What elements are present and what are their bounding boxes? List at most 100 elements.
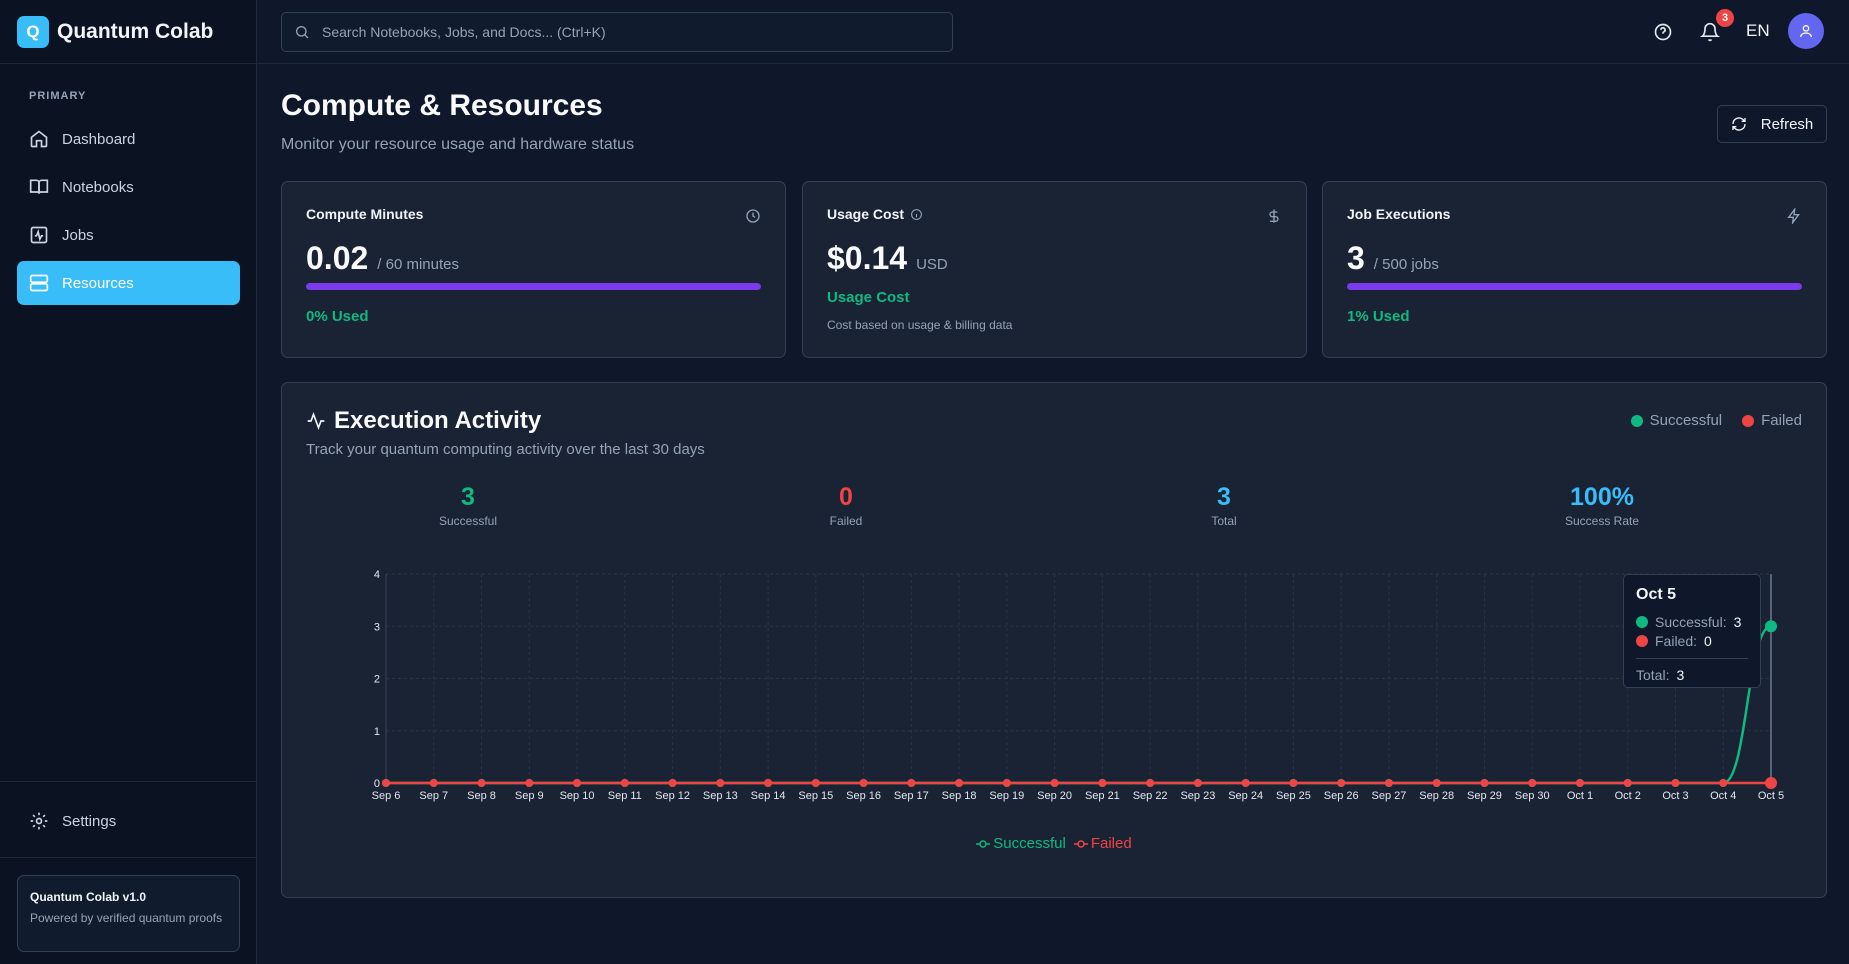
- data-point-failed: [1623, 779, 1632, 787]
- x-tick-label: Sep 23: [1180, 790, 1215, 802]
- tooltip-label: Successful:: [1655, 614, 1727, 630]
- x-tick-label: Oct 5: [1758, 790, 1784, 802]
- info-icon[interactable]: [910, 208, 923, 221]
- language-selector[interactable]: EN: [1746, 21, 1770, 41]
- jobs-usage-status: 1% Used: [1347, 308, 1410, 325]
- data-point-failed: [382, 779, 390, 787]
- tooltip-failed-row: Failed: 0: [1636, 633, 1748, 649]
- card-title-row: Usage Cost: [827, 206, 1282, 222]
- nav-section-label: PRIMARY: [29, 90, 87, 102]
- data-point-failed: [764, 779, 773, 787]
- data-point-failed: [1432, 779, 1441, 787]
- refresh-label: Refresh: [1760, 115, 1814, 133]
- x-tick-label: Sep 20: [1037, 790, 1072, 802]
- x-tick-label: Sep 13: [703, 790, 738, 802]
- bell-icon[interactable]: [1700, 22, 1720, 42]
- data-point-failed: [620, 779, 629, 787]
- logo-icon: Q: [17, 15, 49, 48]
- home-icon: [30, 130, 48, 148]
- sidebar-item-jobs[interactable]: Jobs: [17, 213, 240, 257]
- execution-activity-panel: Execution Activity Track your quantum co…: [281, 382, 1827, 898]
- user-icon: [1800, 25, 1812, 38]
- x-tick-label: Sep 26: [1324, 790, 1359, 802]
- data-point-failed: [573, 779, 582, 787]
- page-subtitle: Monitor your resource usage and hardware…: [281, 136, 635, 153]
- sidebar-item-settings[interactable]: Settings: [17, 799, 240, 843]
- x-tick-label: Sep 16: [846, 790, 881, 802]
- data-point-failed: [1146, 779, 1155, 787]
- notification-badge: 3: [1716, 9, 1734, 27]
- x-tick-label: Sep 24: [1228, 790, 1263, 802]
- tooltip-divider: [1636, 658, 1748, 659]
- data-point-failed: [1098, 779, 1107, 787]
- x-tick-label: Oct 3: [1662, 790, 1688, 802]
- data-point-failed: [1480, 779, 1489, 787]
- search-icon: [296, 26, 309, 39]
- data-point-failed: [1002, 779, 1011, 787]
- divider: [0, 857, 257, 858]
- data-point-failed: [1528, 779, 1537, 787]
- x-tick-label: Sep 10: [560, 790, 595, 802]
- data-point-failed: [477, 779, 486, 787]
- x-tick-label: Sep 8: [467, 790, 496, 802]
- sidebar-item-label: Dashboard: [62, 130, 136, 148]
- data-point-failed: [1719, 779, 1728, 787]
- x-tick-label: Sep 25: [1276, 790, 1311, 802]
- data-point-failed: [1337, 779, 1346, 787]
- compute-minutes-card: Compute Minutes 0.02 / 60 minutes 0% Use…: [281, 181, 786, 358]
- data-point-failed: [1241, 779, 1250, 787]
- jobs-progress-bar: [1347, 283, 1802, 290]
- card-title: Usage Cost: [827, 206, 905, 222]
- x-tick-label: Sep 9: [515, 790, 544, 802]
- line-marker-icon: [976, 839, 991, 848]
- avatar[interactable]: [1788, 13, 1824, 49]
- version-subtitle: Powered by verified quantum proofs: [30, 911, 223, 925]
- data-point-failed: [1193, 779, 1202, 787]
- activity-square-icon: [30, 226, 48, 244]
- red-dot-icon: [1636, 635, 1648, 647]
- top-header: 3 EN: [257, 0, 1849, 64]
- data-point-failed: [1671, 779, 1680, 787]
- search-input[interactable]: [322, 24, 922, 40]
- progress-fill: [1347, 283, 1802, 290]
- sidebar-item-resources[interactable]: Resources: [17, 261, 240, 305]
- data-point-failed: [429, 779, 438, 787]
- compute-minutes-value: 0.02: [306, 240, 369, 276]
- sidebar-item-label: Resources: [62, 274, 134, 292]
- help-icon[interactable]: [1653, 22, 1673, 42]
- sidebar-item-notebooks[interactable]: Notebooks: [17, 165, 240, 209]
- refresh-button[interactable]: Refresh: [1717, 105, 1827, 143]
- x-tick-label: Sep 21: [1085, 790, 1120, 802]
- legend-successful[interactable]: Successful: [976, 835, 1066, 852]
- version-title: Quantum Colab v1.0: [30, 890, 147, 904]
- legend-failed[interactable]: Failed: [1073, 835, 1132, 852]
- sidebar-item-dashboard[interactable]: Dashboard: [17, 117, 240, 161]
- tooltip-total-row: Total: 3: [1636, 667, 1748, 683]
- x-tick-label: Oct 1: [1567, 790, 1593, 802]
- job-executions-unit: / 500 jobs: [1373, 256, 1439, 273]
- sidebar-item-label: Notebooks: [62, 178, 134, 196]
- x-tick-label: Sep 6: [372, 790, 401, 802]
- tooltip-value: 3: [1733, 614, 1742, 630]
- divider: [0, 781, 257, 782]
- job-executions-value: 3: [1347, 240, 1365, 276]
- data-point-failed: [859, 779, 868, 787]
- tooltip-successful-row: Successful: 3: [1636, 614, 1748, 630]
- job-executions-card: Job Executions 3 / 500 jobs 1% Used: [1322, 181, 1827, 358]
- legend-label: Successful: [993, 835, 1066, 852]
- chart-legend-bottom: Successful Failed: [282, 835, 1826, 852]
- tooltip-value: 0: [1704, 633, 1712, 649]
- execution-line-chart[interactable]: 0 1 2 3 4 Sep 6 Sep 7 Sep 8 Sep 9 Sep 10 Sep 11 Sep…: [282, 383, 1826, 897]
- green-dot-icon: [1636, 616, 1648, 628]
- primary-nav: Dashboard Notebooks Jobs Resources: [17, 117, 240, 309]
- brand[interactable]: Q Quantum Colab: [0, 0, 256, 64]
- server-icon: [29, 274, 49, 292]
- card-title: Job Executions: [1347, 206, 1451, 222]
- compute-progress-bar: [306, 283, 761, 290]
- sidebar: Q Quantum Colab PRIMARY Dashboard Notebo…: [0, 0, 257, 964]
- search-box[interactable]: [281, 12, 953, 52]
- x-tick-label: Sep 12: [655, 790, 690, 802]
- x-tick-label: Oct 2: [1615, 790, 1641, 802]
- legend-label: Failed: [1090, 835, 1132, 852]
- x-tick-label: Sep 29: [1467, 790, 1502, 802]
